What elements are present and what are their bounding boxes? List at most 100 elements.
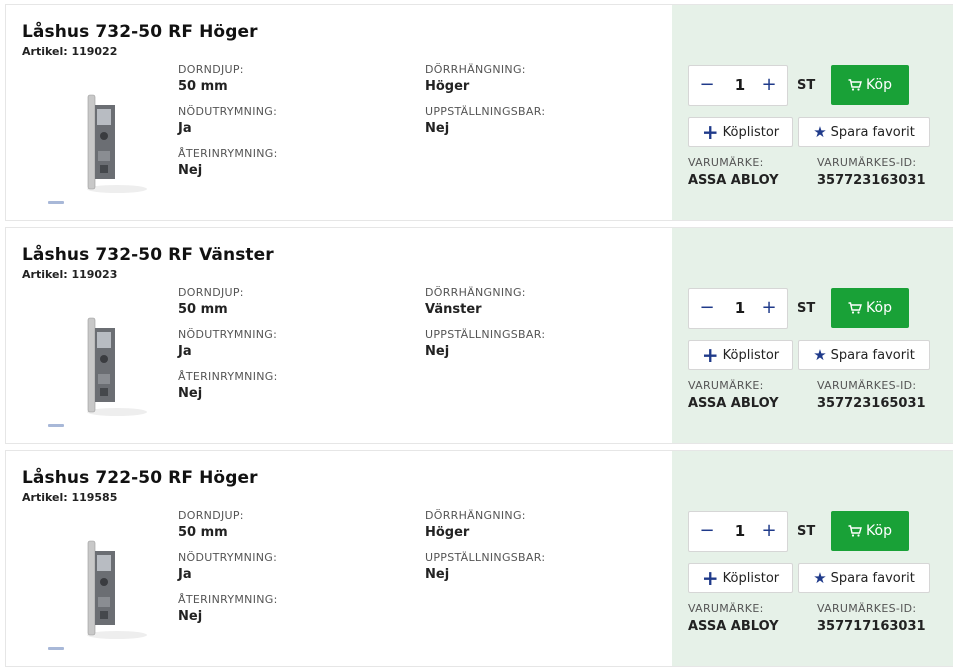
buy-button[interactable]: Köp xyxy=(831,65,909,105)
product-info: Låshus 722-50 RF Höger Artikel: 119585 D… xyxy=(6,451,672,666)
spec-value-uppstallningsbar: Nej xyxy=(425,344,450,359)
spec-label-nodutrymning: NÖDUTRYMNING: xyxy=(178,328,278,341)
cart-icon xyxy=(848,525,862,537)
spec-label-dorndjup: DORNDJUP: xyxy=(178,286,244,299)
unit-label: ST xyxy=(797,524,816,539)
buy-button[interactable]: Köp xyxy=(831,288,909,328)
cart-icon xyxy=(848,302,862,314)
spec-value-uppstallningsbar: Nej xyxy=(425,121,450,136)
brand-id-value: 357723165031 xyxy=(817,396,926,411)
cart-icon xyxy=(848,79,862,91)
star-icon: ★ xyxy=(813,123,827,141)
spec-value-aterinrymning: Nej xyxy=(178,609,203,624)
article-number: Artikel: 119022 xyxy=(22,45,118,58)
quantity-input[interactable]: 1 xyxy=(729,74,751,96)
unit-label: ST xyxy=(797,301,816,316)
buy-label: Köp xyxy=(866,523,892,539)
quantity-input[interactable]: 1 xyxy=(729,520,751,542)
star-icon: ★ xyxy=(813,346,827,364)
spec-value-dorndjup: 50 mm xyxy=(178,525,228,540)
brand-logo-small xyxy=(48,424,64,427)
spec-value-nodutrymning: Ja xyxy=(178,344,192,359)
purchase-panel: − 1 + ST Köp + Köplistor ★ Spara favorit… xyxy=(672,228,953,443)
brand-logo-small xyxy=(48,201,64,204)
brand-value: ASSA ABLOY xyxy=(688,396,779,411)
brand-id-label: VARUMÄRKES-ID: xyxy=(817,379,917,392)
spec-value-aterinrymning: Nej xyxy=(178,386,203,401)
add-to-list-label: Köplistor xyxy=(722,124,780,140)
product-title[interactable]: Låshus 732-50 RF Vänster xyxy=(22,245,274,265)
save-favorite-button[interactable]: ★ Spara favorit xyxy=(798,117,930,147)
spec-label-aterinrymning: ÅTERINRYMNING: xyxy=(178,147,278,160)
minus-icon[interactable]: − xyxy=(699,520,715,542)
add-to-list-button[interactable]: + Köplistor xyxy=(688,340,793,370)
product-image[interactable] xyxy=(62,91,152,195)
save-favorite-button[interactable]: ★ Spara favorit xyxy=(798,340,930,370)
product-title[interactable]: Låshus 732-50 RF Höger xyxy=(22,22,258,42)
unit-label: ST xyxy=(797,78,816,93)
product-card: Låshus 722-50 RF Höger Artikel: 119585 D… xyxy=(5,450,953,667)
brand-id-value: 357723163031 xyxy=(817,173,926,188)
add-to-list-button[interactable]: + Köplistor xyxy=(688,117,793,147)
add-to-list-label: Köplistor xyxy=(722,570,780,586)
article-number: Artikel: 119585 xyxy=(22,491,118,504)
add-to-list-label: Köplistor xyxy=(722,347,780,363)
article-number: Artikel: 119023 xyxy=(22,268,118,281)
brand-value: ASSA ABLOY xyxy=(688,619,779,634)
spec-label-uppstallningsbar: UPPSTÄLLNINGSBAR: xyxy=(425,105,546,118)
spec-value-dorndjup: 50 mm xyxy=(178,302,228,317)
quantity-input[interactable]: 1 xyxy=(729,297,751,319)
product-card: Låshus 732-50 RF Vänster Artikel: 119023… xyxy=(5,227,953,444)
spec-label-aterinrymning: ÅTERINRYMNING: xyxy=(178,370,278,383)
spec-label-dorndjup: DORNDJUP: xyxy=(178,509,244,522)
brand-id-label: VARUMÄRKES-ID: xyxy=(817,156,917,169)
spec-label-uppstallningsbar: UPPSTÄLLNINGSBAR: xyxy=(425,551,546,564)
product-image[interactable] xyxy=(62,537,152,641)
brand-label: VARUMÄRKE: xyxy=(688,602,764,615)
spec-value-aterinrymning: Nej xyxy=(178,163,203,178)
spec-value-dorrhangning: Höger xyxy=(425,79,470,94)
product-image[interactable] xyxy=(62,314,152,418)
brand-logo-small xyxy=(48,647,64,650)
spec-label-uppstallningsbar: UPPSTÄLLNINGSBAR: xyxy=(425,328,546,341)
star-icon: ★ xyxy=(813,569,827,587)
purchase-panel: − 1 + ST Köp + Köplistor ★ Spara favorit… xyxy=(672,5,953,220)
plus-icon: + xyxy=(701,566,719,590)
minus-icon[interactable]: − xyxy=(699,297,715,319)
product-info: Låshus 732-50 RF Höger Artikel: 119022 D… xyxy=(6,5,672,220)
buy-button[interactable]: Köp xyxy=(831,511,909,551)
buy-label: Köp xyxy=(866,300,892,316)
product-card: Låshus 732-50 RF Höger Artikel: 119022 D… xyxy=(5,4,953,221)
brand-id-label: VARUMÄRKES-ID: xyxy=(817,602,917,615)
product-info: Låshus 732-50 RF Vänster Artikel: 119023… xyxy=(6,228,672,443)
save-favorite-label: Spara favorit xyxy=(830,124,915,140)
plus-icon[interactable]: + xyxy=(761,74,777,96)
spec-label-dorrhangning: DÖRRHÄNGNING: xyxy=(425,286,526,299)
spec-value-uppstallningsbar: Nej xyxy=(425,567,450,582)
spec-value-nodutrymning: Ja xyxy=(178,567,192,582)
quantity-stepper: − 1 + xyxy=(688,511,788,552)
spec-label-nodutrymning: NÖDUTRYMNING: xyxy=(178,551,278,564)
brand-value: ASSA ABLOY xyxy=(688,173,779,188)
brand-label: VARUMÄRKE: xyxy=(688,156,764,169)
minus-icon[interactable]: − xyxy=(699,74,715,96)
brand-id-value: 357717163031 xyxy=(817,619,926,634)
spec-value-dorrhangning: Höger xyxy=(425,525,470,540)
spec-value-dorndjup: 50 mm xyxy=(178,79,228,94)
spec-label-dorrhangning: DÖRRHÄNGNING: xyxy=(425,509,526,522)
plus-icon[interactable]: + xyxy=(761,520,777,542)
save-favorite-button[interactable]: ★ Spara favorit xyxy=(798,563,930,593)
spec-value-dorrhangning: Vänster xyxy=(425,302,482,317)
plus-icon[interactable]: + xyxy=(761,297,777,319)
plus-icon: + xyxy=(701,120,719,144)
add-to-list-button[interactable]: + Köplistor xyxy=(688,563,793,593)
spec-value-nodutrymning: Ja xyxy=(178,121,192,136)
quantity-stepper: − 1 + xyxy=(688,65,788,106)
purchase-panel: − 1 + ST Köp + Köplistor ★ Spara favorit… xyxy=(672,451,953,666)
spec-label-nodutrymning: NÖDUTRYMNING: xyxy=(178,105,278,118)
buy-label: Köp xyxy=(866,77,892,93)
product-title[interactable]: Låshus 722-50 RF Höger xyxy=(22,468,258,488)
plus-icon: + xyxy=(701,343,719,367)
save-favorite-label: Spara favorit xyxy=(830,570,915,586)
quantity-stepper: − 1 + xyxy=(688,288,788,329)
